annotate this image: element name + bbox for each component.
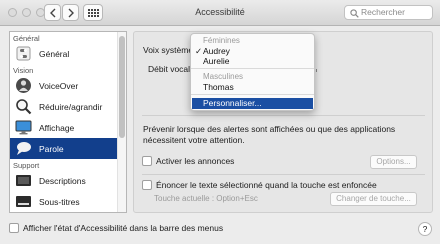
- sidebar-item-subtitles[interactable]: Sous-titres: [10, 191, 126, 212]
- options-button[interactable]: Options...: [370, 155, 417, 169]
- alerts-description: Prévenir lorsque des alertes sont affich…: [143, 124, 396, 145]
- grid-icon: [87, 8, 99, 17]
- magnifier-icon: [16, 99, 32, 115]
- sidebar-item-zoom[interactable]: Réduire/agrandir: [10, 96, 126, 117]
- sidebar-item-label: Sous-titres: [39, 196, 80, 207]
- sidebar-item-general[interactable]: Général: [10, 43, 126, 64]
- sidebar-item-label: VoiceOver: [39, 80, 79, 91]
- speak-selected-checkbox[interactable]: [142, 180, 152, 190]
- sidebar-item-descriptions[interactable]: Descriptions: [10, 170, 126, 191]
- menu-separator: [191, 68, 314, 69]
- menu-item-customize[interactable]: Personnaliser...: [192, 98, 313, 109]
- divider: [142, 174, 425, 175]
- sidebar-item-label: Parole: [39, 143, 64, 154]
- sidebar-item-display[interactable]: Affichage: [10, 117, 126, 138]
- show-status-checkbox[interactable]: [9, 223, 19, 233]
- back-button[interactable]: [44, 4, 61, 21]
- menu-header-male: Masculines: [203, 72, 244, 81]
- sidebar-item-label: Général: [39, 48, 70, 59]
- search-placeholder: Rechercher: [361, 7, 405, 17]
- forward-button[interactable]: [62, 4, 79, 21]
- change-key-button[interactable]: Changer de touche...: [330, 192, 417, 206]
- sidebar-item-label: Affichage: [39, 122, 75, 133]
- sidebar-item-label: Réduire/agrandir: [39, 101, 103, 112]
- show-status-label: Afficher l'état d'Accessibilité dans la …: [23, 223, 224, 233]
- sidebar-item-speech[interactable]: Parole: [10, 138, 126, 159]
- close-window-button[interactable]: [8, 8, 17, 17]
- toggle-switch-icon: [16, 46, 31, 61]
- sidebar-header-vision: Vision: [13, 66, 34, 75]
- sidebar-item-voiceover[interactable]: VoiceOver: [10, 75, 126, 96]
- search-icon: [350, 9, 359, 18]
- film-icon: [16, 175, 31, 186]
- menu-item-aurelie[interactable]: Aurelie: [203, 56, 229, 66]
- search-field[interactable]: Rechercher: [344, 5, 433, 20]
- speaking-rate-label: Débit vocal :: [148, 64, 195, 74]
- title-bar: Accessibilité Rechercher: [0, 0, 440, 26]
- divider: [142, 115, 425, 116]
- checkmark-icon: ✓: [195, 46, 203, 56]
- monitor-icon: [15, 120, 32, 135]
- rate-slider-tick: [316, 69, 317, 72]
- menu-header-female: Féminines: [203, 36, 240, 45]
- menu-item-thomas[interactable]: Thomas: [203, 82, 234, 92]
- sidebar-header-support: Support: [13, 161, 40, 170]
- sidebar-item-label: Descriptions: [39, 175, 86, 186]
- chevron-left-icon: [49, 8, 55, 17]
- voiceover-icon: [16, 78, 31, 93]
- current-key-label: Touche actuelle : Option+Esc: [154, 194, 258, 203]
- speak-selected-label: Énoncer le texte sélectionné quand la to…: [156, 180, 377, 190]
- speech-bubble-icon: [17, 142, 31, 155]
- chevron-right-icon: [68, 8, 74, 17]
- menu-item-audrey[interactable]: Audrey: [203, 46, 230, 56]
- subtitles-icon: [16, 196, 31, 207]
- help-button[interactable]: ?: [418, 222, 432, 236]
- sidebar[interactable]: Général Général Vision VoiceOver Réduire…: [9, 31, 127, 213]
- scrollbar-thumb[interactable]: [119, 36, 125, 138]
- announcements-label: Activer les annonces: [156, 156, 235, 166]
- show-all-button[interactable]: [83, 4, 103, 21]
- minimize-window-button[interactable]: [22, 8, 31, 17]
- menu-separator: [191, 94, 314, 95]
- voice-dropdown-menu[interactable]: Féminines ✓ Audrey Aurelie Masculines Th…: [190, 33, 315, 111]
- sidebar-scrollbar[interactable]: [117, 32, 126, 212]
- sidebar-header-general: Général: [13, 34, 40, 43]
- announcements-checkbox[interactable]: [142, 156, 152, 166]
